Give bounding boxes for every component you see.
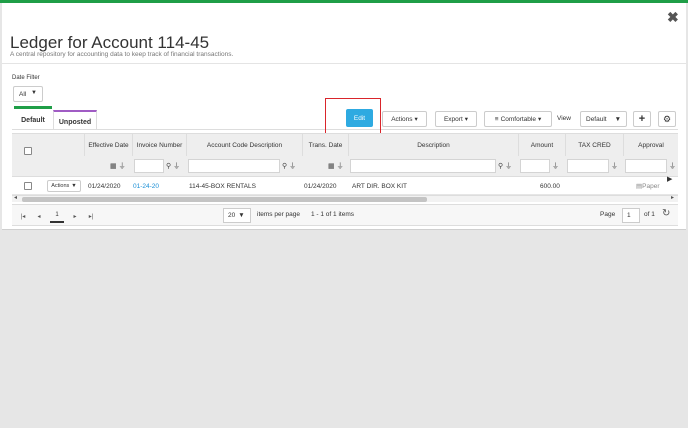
calendar-icon[interactable]: ▦: [110, 162, 117, 170]
view-label: View: [557, 115, 571, 122]
page-size-select[interactable]: 20 ▼: [223, 208, 251, 223]
tab-default[interactable]: Default: [14, 106, 52, 129]
refresh-icon[interactable]: ↻: [662, 208, 670, 219]
caret-down-icon: ▼: [614, 115, 621, 123]
cell-account-code-description: 114-45-BOX RENTALS: [189, 182, 256, 190]
page-number-button[interactable]: 1: [50, 209, 64, 223]
calendar-icon[interactable]: ▦: [328, 162, 335, 170]
caret-down-icon: ▼: [238, 212, 245, 219]
actions-button-label: Actions: [391, 115, 413, 123]
filter-icon[interactable]: ⏚: [289, 161, 296, 171]
scrollbar-thumb[interactable]: [22, 197, 427, 202]
column-header-amount[interactable]: Amount: [518, 134, 565, 156]
page-input[interactable]: 1: [622, 208, 640, 223]
description-filter-input[interactable]: [350, 158, 496, 173]
comfortable-button[interactable]: ≡ Comfortable ▾: [484, 111, 552, 127]
column-header-tax-cred[interactable]: TAX CRED: [565, 134, 623, 156]
account-code-filter-input[interactable]: [188, 158, 280, 173]
caret-down-icon: ▼: [71, 183, 77, 189]
tax-cred-filter-input[interactable]: [567, 158, 609, 173]
filter-icon[interactable]: ⏚: [337, 161, 344, 171]
export-button[interactable]: Export ▾: [435, 111, 477, 127]
trans-date-filter: ▦ ⏚: [326, 157, 344, 174]
cell-trans-date: 01/24/2020: [304, 182, 337, 190]
approval-value: Paper: [642, 182, 660, 190]
column-header-effective-date[interactable]: Effective Date: [84, 134, 132, 156]
column-header-account-code-description[interactable]: Account Code Description: [186, 134, 302, 156]
first-page-icon[interactable]: |◂: [16, 209, 30, 223]
column-header-description[interactable]: Description: [348, 134, 518, 156]
scroll-right-arrow-icon[interactable]: ▶: [667, 175, 672, 183]
page-size-value: 20: [228, 212, 236, 219]
comfortable-button-label: Comfortable: [500, 115, 536, 123]
cell-effective-date: 01/24/2020: [88, 182, 121, 190]
caret-down-icon: ▾: [464, 116, 469, 123]
cell-description: ART DIR. BOX KIT: [352, 182, 408, 190]
cell-approval: ▤ Paper: [636, 177, 660, 195]
date-filter-select[interactable]: All ▼: [13, 86, 43, 102]
settings-icon[interactable]: ⚙: [658, 111, 676, 127]
pager: |◂ ◂ 1 ▸ ▸| 20 ▼ items per page 1 - 1 of…: [12, 204, 678, 226]
horizontal-scrollbar[interactable]: ◂ ▸: [12, 195, 678, 202]
date-filter-value: All: [19, 91, 27, 98]
description-filter: ⚲ ⏚: [350, 157, 512, 174]
scroll-left-icon[interactable]: ◂: [14, 194, 17, 201]
cell-invoice-number[interactable]: 01-24-20: [133, 177, 159, 195]
page-subtitle: A central repository for accounting data…: [10, 51, 234, 58]
tax-cred-filter: ⏚: [567, 157, 618, 174]
invoice-number-filter-input[interactable]: [134, 158, 164, 173]
amount-filter-input[interactable]: [520, 158, 550, 173]
close-icon[interactable]: ✖: [667, 9, 679, 26]
search-icon[interactable]: ⚲: [282, 162, 287, 170]
header-divider: [2, 63, 686, 64]
column-header-trans-date[interactable]: Trans. Date: [302, 134, 348, 156]
next-page-icon[interactable]: ▸: [68, 209, 82, 223]
scroll-right-icon[interactable]: ▸: [671, 194, 674, 201]
row-actions-label: Actions: [51, 183, 70, 189]
invoice-number-filter: ⚲ ⏚: [134, 157, 180, 174]
caret-down-icon: ▾: [537, 116, 542, 123]
select-all-checkbox[interactable]: [24, 147, 32, 155]
approval-filter: ⏚: [625, 157, 676, 174]
search-icon[interactable]: ⚲: [166, 162, 171, 170]
edit-highlight-box: [325, 98, 381, 136]
date-filter-label: Date Filter: [12, 75, 40, 81]
account-code-filter: ⚲ ⏚: [188, 157, 296, 174]
table-row[interactable]: Actions ▼ 01/24/2020 01-24-20 114-45-BOX…: [12, 177, 678, 195]
amount-filter: ⏚: [520, 157, 559, 174]
view-select[interactable]: Default ▼: [580, 111, 627, 127]
items-per-page-label: items per page: [257, 211, 300, 218]
page-label: Page: [600, 211, 616, 218]
filter-icon[interactable]: ⏚: [173, 161, 180, 171]
row-checkbox[interactable]: [24, 182, 32, 190]
tab-unposted[interactable]: Unposted: [53, 110, 97, 129]
column-header-invoice-number[interactable]: Invoice Number: [132, 134, 186, 156]
filter-icon[interactable]: ⏚: [552, 161, 559, 171]
grid-header: Effective Date Invoice Number Account Co…: [12, 133, 678, 177]
view-select-value: Default: [586, 115, 607, 123]
approval-filter-input[interactable]: [625, 158, 667, 173]
filter-icon[interactable]: ⏚: [611, 161, 618, 171]
prev-page-icon[interactable]: ◂: [32, 209, 46, 223]
actions-button[interactable]: Actions ▾: [382, 111, 427, 127]
add-button[interactable]: +: [633, 111, 651, 127]
items-range-label: 1 - 1 of 1 items: [311, 211, 354, 218]
cell-amount: 600.00: [540, 182, 560, 190]
filter-icon[interactable]: ⏚: [505, 161, 512, 171]
column-header-approval[interactable]: Approval: [623, 134, 678, 156]
filter-icon[interactable]: ⏚: [669, 161, 676, 171]
filter-icon[interactable]: ⏚: [119, 161, 126, 171]
ledger-modal: ✖ Ledger for Account 114-45 A central re…: [2, 3, 686, 230]
search-icon[interactable]: ⚲: [498, 162, 503, 170]
last-page-icon[interactable]: ▸|: [84, 209, 98, 223]
caret-down-icon: ▾: [414, 116, 418, 123]
effective-date-filter: ▦ ⏚: [108, 157, 126, 174]
density-icon: ≡: [494, 115, 499, 123]
export-button-label: Export: [443, 115, 463, 123]
page-title: Ledger for Account 114-45: [10, 33, 210, 52]
caret-down-icon: ▼: [31, 90, 37, 96]
row-actions-button[interactable]: Actions ▼: [47, 180, 81, 192]
page-of-label: of 1: [644, 211, 655, 218]
